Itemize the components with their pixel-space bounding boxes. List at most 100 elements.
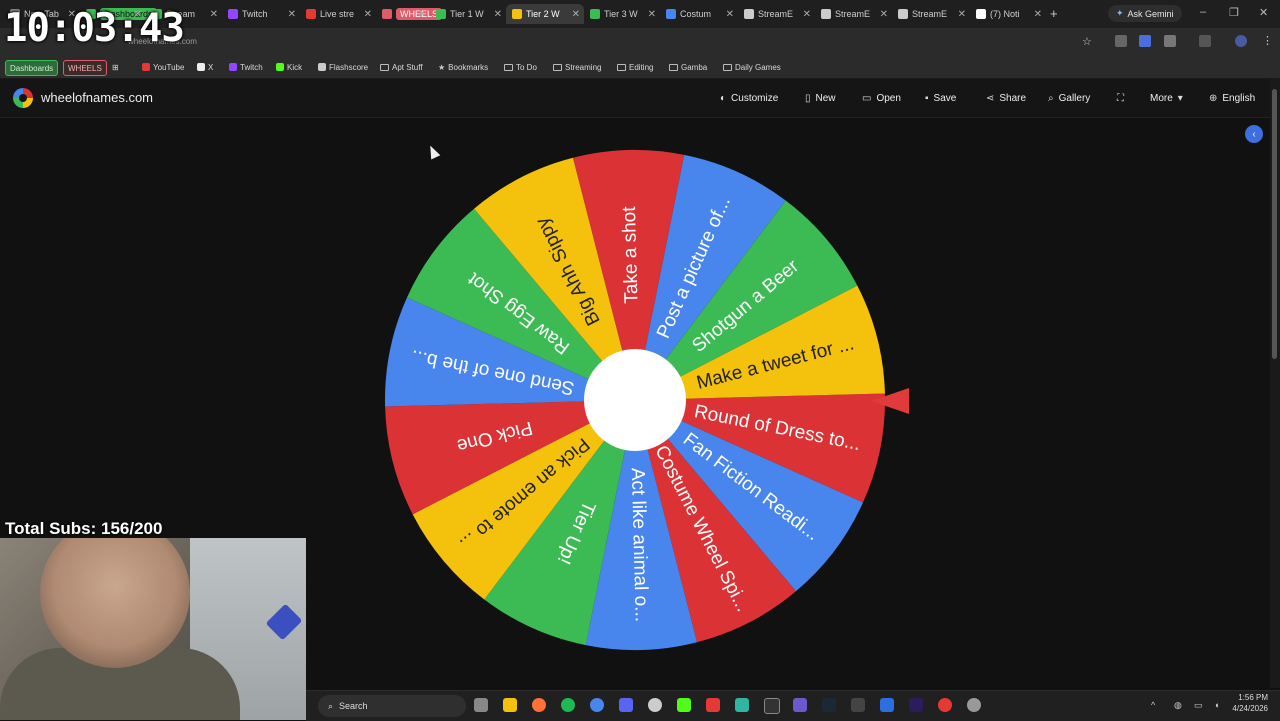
browser-tab[interactable]: WHEELS ✕ [376,4,443,24]
ask-gemini-button[interactable]: ✦ Ask Gemini [1108,5,1182,22]
app-icon[interactable] [706,698,720,712]
tab-close-icon[interactable]: ✕ [418,9,426,20]
nav-english-button[interactable]: ⊕ English [1209,89,1255,107]
wheel[interactable]: Round of Dress to... Fan Fiction Readi...… [383,148,887,652]
bookmark-item[interactable]: ★ Bookmarks [438,59,488,75]
browser-tab[interactable]: (7) Noti ✕ [970,4,1046,24]
tab-close-icon[interactable]: ✕ [1034,9,1042,20]
new-tab-button[interactable]: + [1050,6,1058,21]
apps-grid-icon[interactable]: ⊞ [112,59,119,75]
premiere-icon[interactable] [909,698,923,712]
firefox-icon[interactable] [532,698,546,712]
tab-close-icon[interactable]: ✕ [210,9,218,20]
bookmark-item[interactable]: Daily Games [723,59,781,75]
network-icon[interactable]: ▭ [1194,700,1203,711]
file-explorer-icon[interactable] [503,698,517,712]
extension-icon[interactable] [1139,35,1151,47]
page-scrollbar[interactable] [1270,79,1280,688]
site-name[interactable]: wheelofnames.com [41,90,153,105]
nav-fullscreen-button[interactable]: ⛶ [1117,89,1129,107]
tab-close-icon[interactable]: ✕ [648,9,656,20]
maximize-button[interactable]: ❐ [1229,6,1239,19]
tab-close-icon[interactable]: ✕ [288,9,296,20]
tab-close-icon[interactable]: ✕ [572,9,580,20]
tab-favicon-icon [898,9,908,19]
tab-label: Live stre [320,9,355,19]
wheel-center-hub[interactable] [584,349,686,451]
sidepanel-icon[interactable] [1199,35,1211,47]
profile-avatar[interactable] [1235,35,1247,47]
tab-close-icon[interactable]: ✕ [726,9,734,20]
close-window-button[interactable]: ✕ [1259,6,1268,19]
spotify-icon[interactable] [561,698,575,712]
browser-tab[interactable]: Tier 2 W ✕ [506,4,584,24]
puzzle-icon[interactable] [1164,35,1176,47]
minimize-button[interactable]: – [1200,6,1206,18]
menu-dots-icon[interactable]: ⋮ [1262,34,1273,47]
app-icon[interactable] [880,698,894,712]
browser-tab[interactable]: Costum ✕ [660,4,738,24]
bookmark-item[interactable]: Flashscore [318,59,368,75]
epic-games-icon[interactable] [851,698,865,712]
bookmark-item[interactable]: X [197,59,213,75]
tab-close-icon[interactable]: ✕ [803,9,811,20]
browser-tab[interactable]: Tier 1 W ✕ [430,4,506,24]
taskbar-clock[interactable]: 1:56 PM 4/24/2026 [1218,692,1268,714]
bookmark-item[interactable]: Kick [276,59,302,75]
collapse-sidebar-button[interactable]: ‹ [1245,125,1263,143]
browser-tab[interactable]: StreamE ✕ [738,4,815,24]
bookmark-item[interactable]: Twitch [229,59,263,75]
bookmark-item[interactable]: YouTube [142,59,184,75]
steam-icon[interactable] [822,698,836,712]
browser-tab[interactable]: Live stre ✕ [300,4,376,24]
browser-tab[interactable]: Tier 3 W ✕ [584,4,660,24]
settings-gear-icon[interactable] [967,698,981,712]
bookmark-item[interactable]: Gamba [669,59,707,75]
nav-more-button[interactable]: More ▾ [1150,89,1183,107]
wheel-svg[interactable]: Round of Dress to...Fan Fiction Readi...… [383,148,887,652]
tab-close-icon[interactable]: ✕ [494,9,502,20]
obs-icon[interactable] [648,698,662,712]
tray-icon[interactable]: ◍ [1174,700,1182,711]
nav-gallery-button[interactable]: ⌕ Gallery [1048,89,1090,107]
app-icon[interactable] [764,698,780,714]
bookmark-item[interactable]: Editing [617,59,653,75]
nav-share-button[interactable]: ⋖ Share [986,89,1026,107]
app-icon[interactable] [793,698,807,712]
bookmark-favicon-icon [197,63,205,71]
scrollbar-thumb[interactable] [1272,89,1277,359]
bookmark-star-icon[interactable]: ☆ [1082,35,1092,48]
task-view-icon[interactable] [474,698,488,712]
nav-new-button[interactable]: ▯ New [805,89,836,107]
tab-close-icon[interactable]: ✕ [880,9,888,20]
bookmark-item[interactable]: Apt Stuff [380,59,423,75]
tab-close-icon[interactable]: ✕ [364,9,372,20]
extension-icon[interactable] [1115,35,1127,47]
browser-tab[interactable]: Twitch ✕ [222,4,300,24]
taskbar-search[interactable]: ⌕ Search [318,695,466,717]
browser-tab[interactable]: StreamE ✕ [892,4,970,24]
tray-chevron-icon[interactable]: ^ [1151,700,1155,710]
tab-label: Tier 1 W [450,9,484,19]
bookmark-item[interactable]: Streaming [553,59,601,75]
tab-close-icon[interactable]: ✕ [958,9,966,20]
app-icon[interactable] [735,698,749,712]
app-icon[interactable] [938,698,952,712]
chrome-icon[interactable] [590,698,604,712]
tab-favicon-icon [512,9,522,19]
bookmark-item[interactable]: To Do [504,59,537,75]
tab-label: Tier 2 W [526,9,560,19]
browser-tab[interactable]: StreamE ✕ [815,4,892,24]
kick-icon[interactable] [677,698,691,712]
site-logo-icon[interactable] [13,88,33,108]
bookmark-label: Daily Games [735,62,781,72]
nav-customize-button[interactable]: ◐ Customize [720,89,778,107]
address-bar: wheelofnames.com ☆ ⋮ [0,28,1280,56]
folder-icon [504,63,513,71]
discord-icon[interactable] [619,698,633,712]
bookmark-item[interactable]: Dashboards [5,60,59,76]
bookmark-item[interactable]: WHEELS [63,60,107,76]
nav-save-button[interactable]: ▪ Save [925,89,956,107]
nav-open-button[interactable]: ▭ Open [862,89,901,107]
bookmark-label: Apt Stuff [392,62,423,72]
